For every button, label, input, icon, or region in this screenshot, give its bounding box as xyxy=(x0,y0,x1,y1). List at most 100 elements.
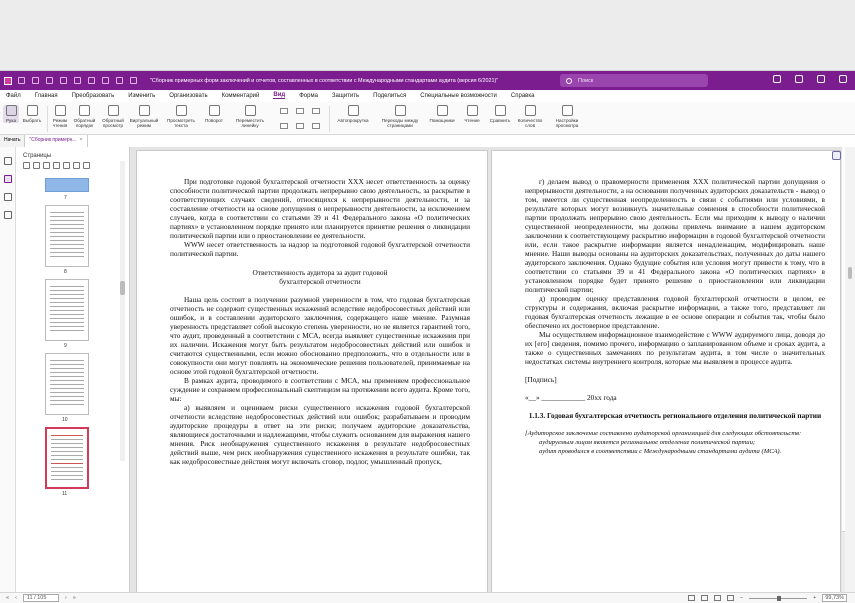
compare-button[interactable]: Сравнить xyxy=(487,105,513,123)
hand-tool-icon[interactable] xyxy=(116,77,123,84)
page-thumbnails-icon[interactable] xyxy=(3,175,12,183)
tab-start[interactable]: Начать xyxy=(0,135,26,147)
view-mode-icon[interactable] xyxy=(700,595,708,601)
save-icon[interactable] xyxy=(32,77,39,84)
menu-bar: Файл Главная Преобразовать Изменить Орга… xyxy=(0,90,855,101)
zoom-slider[interactable] xyxy=(749,595,808,601)
redo-icon[interactable] xyxy=(102,77,109,84)
zoom-in-icon[interactable]: + xyxy=(813,595,816,601)
page-thumbnail-selected[interactable] xyxy=(45,427,89,489)
minimize-icon[interactable] xyxy=(795,75,803,83)
helpers-button[interactable]: Помощники xyxy=(427,105,457,123)
comments-icon[interactable] xyxy=(3,193,12,201)
move-line-button[interactable]: Переместить линейку xyxy=(230,105,270,128)
select-button[interactable]: Выбрать xyxy=(20,105,44,123)
undo-icon[interactable] xyxy=(88,77,95,84)
bookmarks-icon[interactable] xyxy=(3,157,12,165)
word-count-button[interactable]: Количество слов xyxy=(515,105,545,128)
view-mode-icon[interactable] xyxy=(726,595,734,601)
view-mode-icon[interactable] xyxy=(713,595,721,601)
transitions-button[interactable]: Переходы между страницами xyxy=(378,105,422,128)
view-mode-icon[interactable] xyxy=(687,595,695,601)
page-tool-icon[interactable] xyxy=(43,162,50,169)
menu-home[interactable]: Главная xyxy=(35,93,58,99)
favorite-icon[interactable] xyxy=(130,77,137,84)
page-tool-icon[interactable] xyxy=(63,162,70,169)
thumbnail-scrollbar[interactable] xyxy=(120,161,125,461)
single-page-icon[interactable] xyxy=(280,108,288,114)
paragraph: г) делаем вывод о правомерности применен… xyxy=(525,177,825,294)
tab-document[interactable]: "Сборник примерн... × xyxy=(25,135,88,147)
view-settings-button[interactable]: Настройки просмотра xyxy=(550,105,584,128)
scrolling-icon[interactable] xyxy=(312,108,320,114)
rotate-button[interactable]: Поворот xyxy=(202,105,226,123)
zoom-options-icon[interactable] xyxy=(312,123,320,129)
hand-icon xyxy=(5,105,17,116)
menu-protect[interactable]: Защитить xyxy=(332,93,359,99)
menu-comment[interactable]: Комментарий xyxy=(222,93,260,99)
maximize-icon[interactable] xyxy=(817,75,825,83)
zoom-out-icon[interactable]: − xyxy=(740,595,743,601)
fit-page-icon[interactable] xyxy=(296,123,304,129)
menu-edit[interactable]: Изменить xyxy=(128,93,155,99)
cursor-icon xyxy=(26,105,38,116)
scan-icon[interactable] xyxy=(74,77,81,84)
menu-file[interactable]: Файл xyxy=(6,93,21,99)
reading-mode-button[interactable]: Режим чтения xyxy=(49,105,71,128)
menu-view[interactable]: Вид xyxy=(273,92,286,99)
menu-share[interactable]: Поделиться xyxy=(373,93,406,99)
menu-help[interactable]: Справка xyxy=(511,93,535,99)
first-page-icon[interactable]: « xyxy=(6,595,9,601)
pages-header: Страницы xyxy=(23,153,52,159)
page-number: 10 xyxy=(62,417,68,423)
read-aloud-icon xyxy=(466,105,478,116)
print-icon[interactable] xyxy=(46,77,53,84)
account-icon[interactable] xyxy=(773,75,781,83)
move-line-label: Переместить линейку xyxy=(235,118,265,128)
two-page-icon[interactable] xyxy=(296,108,304,114)
page-tool-icon[interactable] xyxy=(53,162,60,169)
close-tab-icon[interactable]: × xyxy=(80,137,83,143)
paragraph: WWW несет ответственность за надзор за п… xyxy=(170,240,470,258)
open-file-icon[interactable] xyxy=(18,77,25,84)
close-icon[interactable] xyxy=(839,75,847,83)
reverse-order-icon xyxy=(79,105,90,116)
scroll-thumb[interactable] xyxy=(120,281,125,295)
view-text-button[interactable]: Просмотреть текста xyxy=(162,105,200,128)
page-thumbnail[interactable] xyxy=(45,353,89,415)
zoom-slider-handle[interactable] xyxy=(777,595,782,601)
email-icon[interactable] xyxy=(60,77,67,84)
page-tool-icon[interactable] xyxy=(23,162,30,169)
autoscroll-button[interactable]: Автопрокрутка xyxy=(333,105,373,123)
virtual-mode-button[interactable]: Виртуальный режим xyxy=(129,105,159,128)
scroll-thumb[interactable] xyxy=(848,267,852,279)
reverse-view-button[interactable]: Обратный просмотр xyxy=(99,105,127,128)
page-tool-icon[interactable] xyxy=(73,162,80,169)
page-text: г) делаем вывод о правомерности применен… xyxy=(525,177,825,456)
menu-accessibility[interactable]: Специальные возможности xyxy=(420,93,497,99)
prev-page-icon[interactable]: ‹ xyxy=(15,595,17,601)
menu-form[interactable]: Форма xyxy=(299,93,318,99)
fit-width-icon[interactable] xyxy=(280,123,288,129)
document-scrollbar[interactable] xyxy=(845,147,855,592)
document-view[interactable]: При подготовке годовой бухгалтерской отч… xyxy=(130,147,842,592)
page-thumbnail[interactable] xyxy=(45,279,89,341)
helpers-label: Помощники xyxy=(429,118,455,123)
reading-button[interactable]: Чтение xyxy=(461,105,483,123)
menu-convert[interactable]: Преобразовать xyxy=(72,93,115,99)
page-tool-icon[interactable] xyxy=(33,162,40,169)
attachments-icon[interactable] xyxy=(3,211,12,219)
paragraph: Наша цель состоит в получении разумной у… xyxy=(170,295,470,376)
next-page-icon[interactable]: › xyxy=(65,595,67,601)
page-thumbnail[interactable] xyxy=(45,205,89,267)
pdf-app-window: "Сборник примерных форм заключений и отч… xyxy=(0,70,855,603)
note-text: аудит проводился в соответствии с Междун… xyxy=(539,448,782,455)
menu-organize[interactable]: Организовать xyxy=(169,93,207,99)
last-page-icon[interactable]: » xyxy=(73,595,76,601)
page-tool-icon[interactable] xyxy=(83,162,90,169)
search-box[interactable]: Поиск xyxy=(560,74,708,87)
ai-assistant-icon[interactable] xyxy=(832,151,841,160)
hand-button[interactable]: Рука xyxy=(3,105,19,123)
page-thumbnail[interactable] xyxy=(45,178,89,192)
reverse-order-button[interactable]: Обратный порядок xyxy=(72,105,97,128)
